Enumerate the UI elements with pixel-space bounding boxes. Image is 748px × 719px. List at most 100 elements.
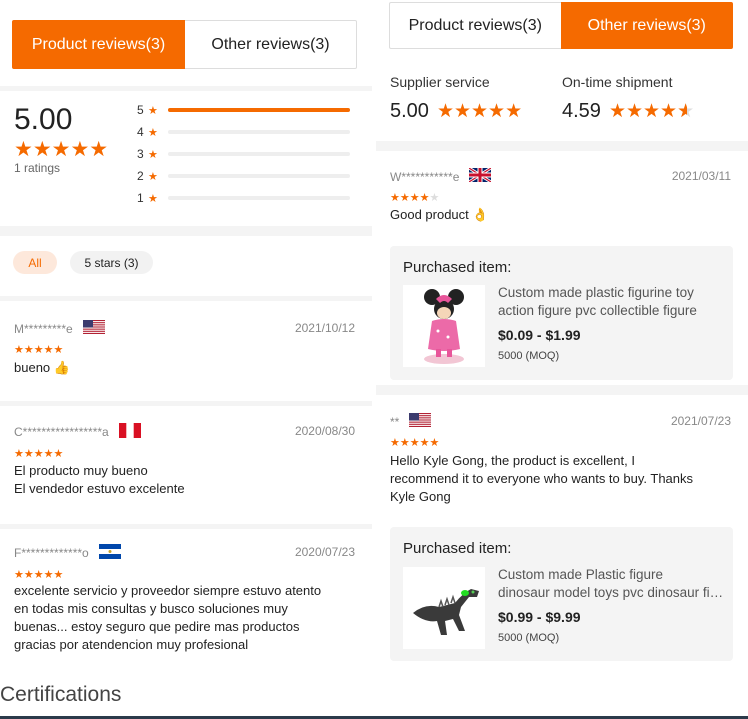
review-stars-icon: ★★★★★ [14, 448, 64, 460]
divider [0, 226, 372, 236]
star-icon: ★ [148, 104, 158, 117]
review-line: en todas mis consultas y busco solucione… [14, 601, 288, 616]
divider [376, 141, 748, 151]
divider [376, 385, 748, 395]
product-image [403, 567, 485, 649]
distribution-bar [168, 196, 350, 200]
reviewer: F*************o [14, 544, 121, 562]
rating-distribution-row: 4 ★ [137, 124, 352, 140]
product-moq: 5000 (MOQ) [498, 632, 560, 644]
review-line: El producto muy bueno [14, 463, 148, 478]
divider [0, 86, 372, 91]
supplier-service-label: Supplier service [390, 74, 490, 90]
distribution-label: 5 [137, 103, 144, 117]
on-time-shipment-rating: 4.59 ★★★★★ ★ [562, 100, 694, 123]
review-item: C*****************a 2020/08/30 ★★★★★ El … [0, 406, 372, 524]
product-moq: 5000 (MOQ) [498, 350, 560, 362]
distribution-label: 1 [137, 191, 144, 205]
star-icon: ★ [148, 148, 158, 161]
reviewer: ** [390, 413, 432, 430]
tab-product-reviews[interactable]: Product reviews(3) [389, 2, 561, 49]
star-icon: ★ [148, 170, 158, 183]
us-flag-icon [409, 413, 432, 430]
reviewer: W***********e [390, 166, 493, 185]
review-text: El producto muy bueno El vendedor estuvo… [14, 462, 364, 498]
review-stars-icon: ★★★★★ [14, 344, 64, 356]
dinosaur-icon [413, 589, 479, 635]
reviewer-name: M*********e [14, 321, 73, 336]
product-name-line: Custom made plastic figurine toy [498, 285, 694, 300]
review-line: gracias por atendencion muy profesional [14, 637, 249, 652]
purchased-item-title: Purchased item: [403, 540, 512, 557]
reviewer-name: ** [390, 414, 400, 429]
product-name: Custom made Plastic figure dinosaur mode… [498, 566, 726, 602]
peru-flag-icon [118, 423, 141, 441]
review-date: 2020/07/23 [294, 545, 355, 559]
tab-other-reviews[interactable]: Other reviews(3) [185, 20, 357, 69]
reviewer-name: F*************o [14, 546, 89, 560]
el-salvador-flag-icon [98, 544, 121, 562]
review-text: bueno 👍 [14, 359, 364, 377]
tab-product-reviews[interactable]: Product reviews(3) [12, 20, 185, 69]
purchased-item-card[interactable]: Purchased item: Custom made plastic figu… [390, 246, 733, 380]
on-time-shipment-stars-icon: ★★★★★ ★ [608, 101, 695, 122]
review-stars-icon: ★★★★★ [390, 192, 440, 204]
review-date: 2021/07/23 [670, 414, 731, 428]
product-price: $0.09 - $1.99 [498, 327, 581, 343]
review-line: recommend it to everyone who wants to bu… [390, 471, 694, 486]
review-stars-icon: ★★★★★ [14, 569, 64, 581]
supplier-service-rating: 5.00 ★★★★★ [390, 100, 522, 123]
distribution-label: 4 [137, 125, 144, 139]
reviewer: M*********e [14, 320, 105, 337]
review-line: El vendedor estuvo excelente [14, 481, 185, 496]
us-flag-icon [82, 320, 105, 337]
rating-distribution-row: 2 ★ [137, 168, 352, 184]
review-line: Hello Kyle Gong, the product is excellen… [390, 453, 635, 468]
review-date: 2021/03/11 [671, 169, 731, 183]
filter-all[interactable]: All [13, 251, 57, 274]
review-tabs: Product reviews(3) Other reviews(3) [389, 2, 733, 49]
star-icon: ★ [148, 192, 158, 205]
distribution-bar [168, 130, 350, 134]
overall-stars-icon: ★★★★★ [14, 138, 109, 161]
purchased-item-card[interactable]: Purchased item: Custom made Plastic figu… [390, 527, 733, 661]
certifications-heading: Certifications [0, 683, 122, 706]
review-date: 2021/10/12 [294, 321, 355, 335]
review-line: Good product 👌 [390, 207, 489, 222]
review-text: Good product 👌 [390, 206, 740, 224]
review-item: M*********e 2021/10/12 ★★★★★ bueno 👍 [0, 301, 372, 401]
purchased-item-title: Purchased item: [403, 259, 512, 276]
review-line: bueno 👍 [14, 360, 70, 375]
on-time-shipment-score: 4.59 [562, 100, 601, 122]
reviewer-name: W***********e [390, 169, 460, 184]
uk-flag-icon [468, 166, 493, 185]
product-price: $0.99 - $9.99 [498, 609, 581, 625]
distribution-label: 2 [137, 169, 144, 183]
ratings-count: 1 ratings [14, 161, 61, 175]
reviewer-name: C*****************a [14, 425, 109, 439]
distribution-bar [168, 174, 350, 178]
product-name-line: action figure pvc collectible figure [498, 303, 697, 318]
supplier-service-score: 5.00 [390, 100, 429, 122]
review-item: ** 2021/07/23 ★★★★★ Hello Kyle Gong, the… [376, 395, 748, 665]
product-name-line: dinosaur model toys pvc dinosaur figure [498, 585, 726, 600]
review-tabs: Product reviews(3) Other reviews(3) [12, 20, 357, 69]
supplier-service-stars-icon: ★★★★★ [436, 101, 523, 122]
filter-5-stars[interactable]: 5 stars (3) [70, 251, 153, 274]
review-line: Kyle Gong [390, 489, 451, 504]
review-text: excelente servicio y proveedor siempre e… [14, 582, 364, 654]
distribution-fill [168, 108, 350, 112]
partial-star-icon: ★ ★ [677, 101, 695, 122]
on-time-shipment-label: On-time shipment [562, 74, 673, 90]
distribution-label: 3 [137, 147, 144, 161]
product-name-line: Custom made Plastic figure [498, 567, 664, 582]
product-name: Custom made plastic figurine toy action … [498, 284, 726, 320]
figurine-icon [424, 289, 464, 364]
tab-other-reviews[interactable]: Other reviews(3) [560, 2, 733, 49]
rating-distribution-row: 3 ★ [137, 146, 352, 162]
rating-distribution-row: 5 ★ [137, 102, 352, 118]
distribution-bar [168, 108, 350, 112]
review-line: excelente servicio y proveedor siempre e… [14, 583, 322, 598]
review-text: Hello Kyle Gong, the product is excellen… [390, 452, 740, 506]
review-date: 2020/08/30 [294, 424, 355, 438]
